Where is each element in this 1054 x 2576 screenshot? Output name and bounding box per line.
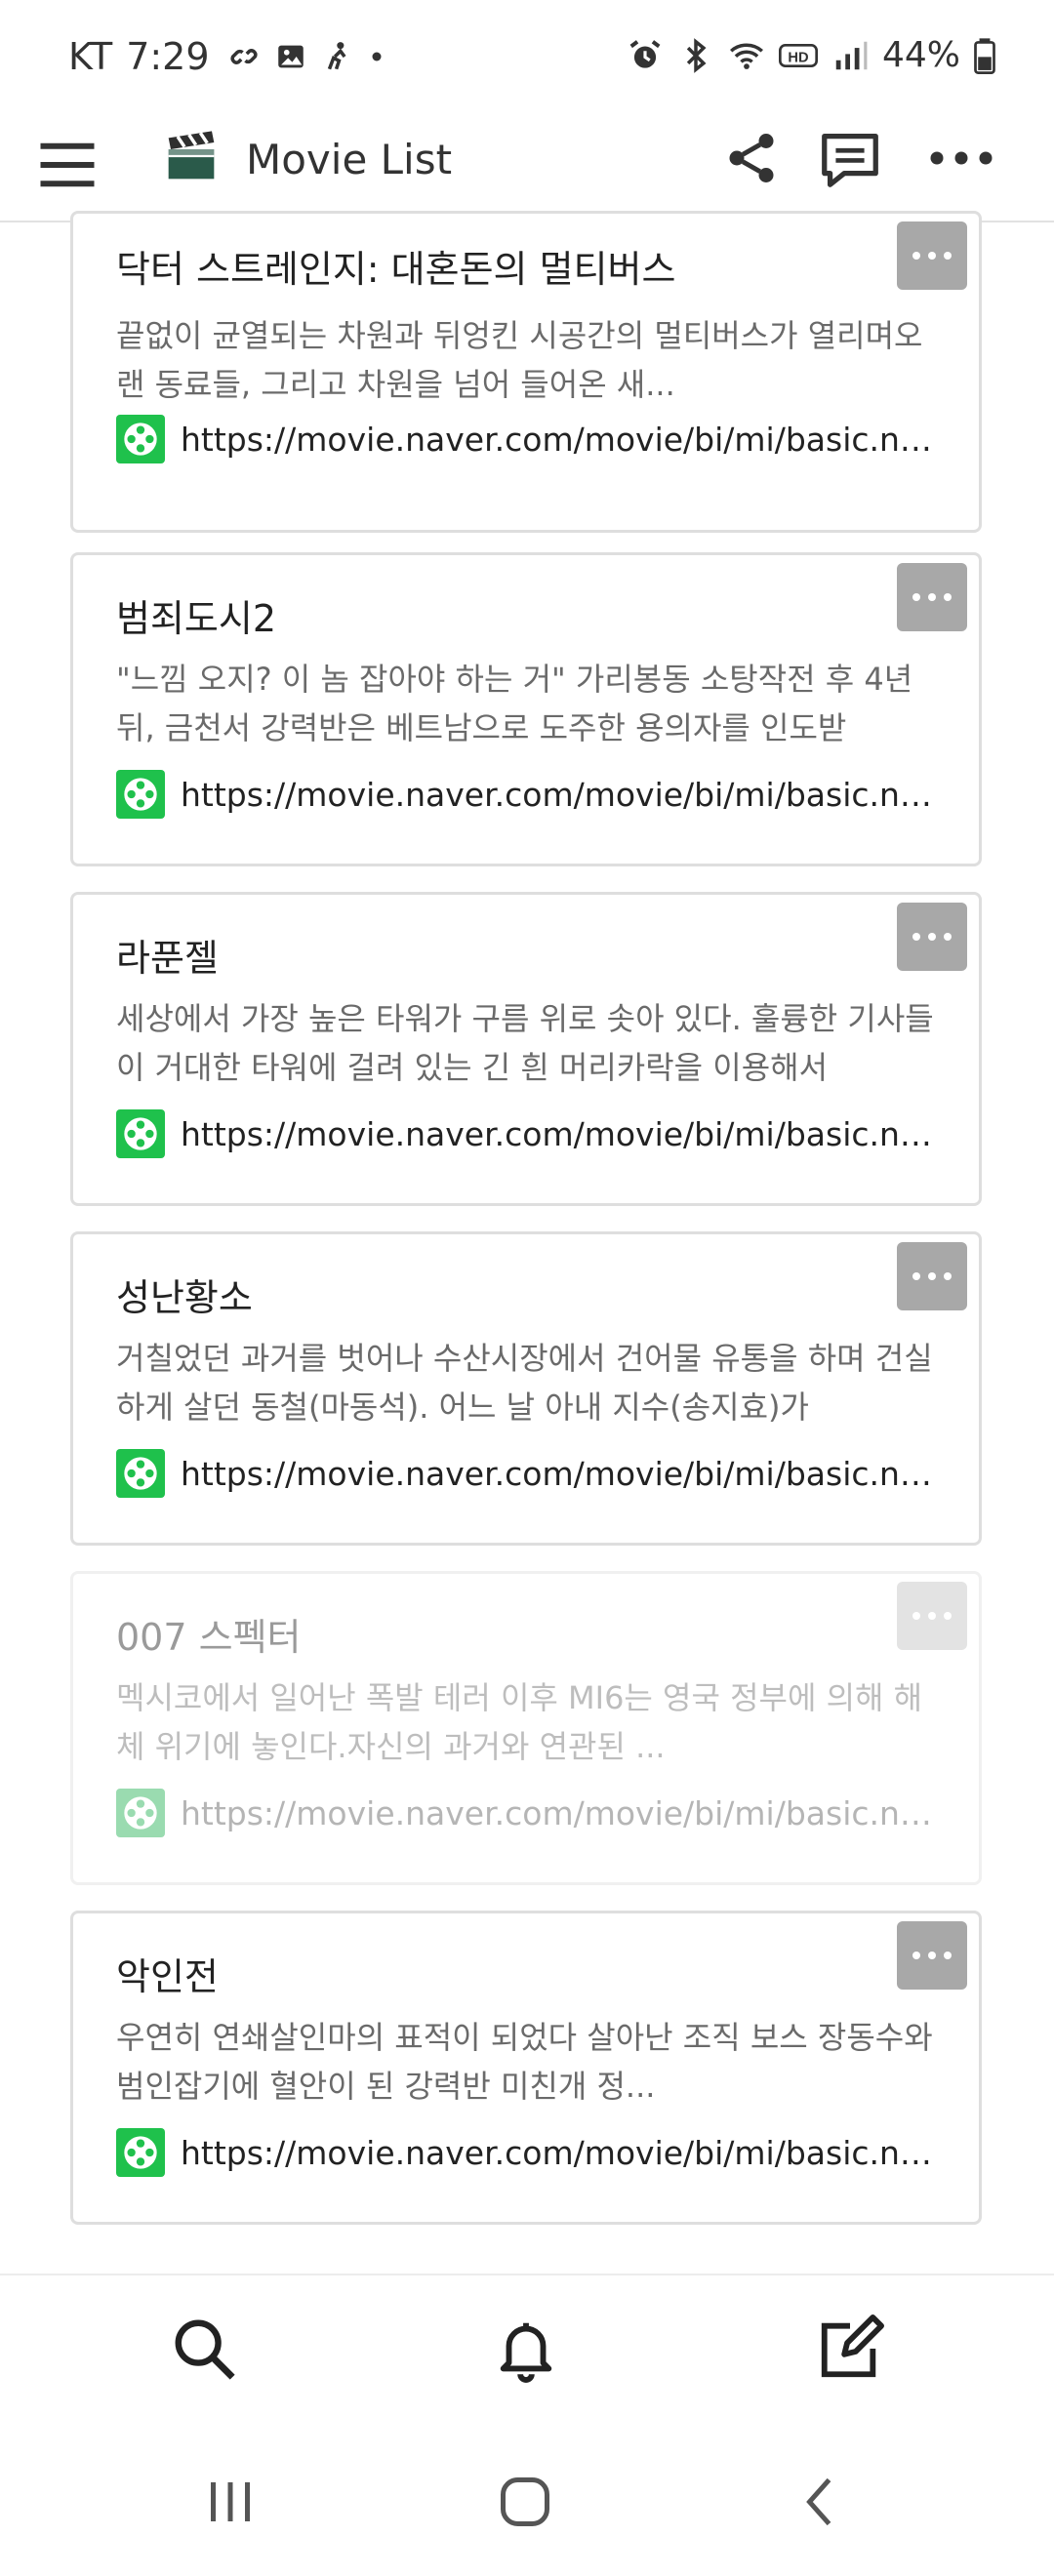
list-item[interactable]: 007 스펙터 멕시코에서 일어난 폭발 테러 이후 MI6는 영국 정부에 의… (70, 1571, 982, 1885)
top-app-bar: Movie List (0, 115, 1054, 222)
movie-title: 악인전 (116, 1955, 219, 1998)
movie-link[interactable]: https://movie.naver.com/movie/bi/mi/basi… (181, 1794, 936, 1832)
movie-link[interactable]: https://movie.naver.com/movie/bi/mi/basi… (181, 2134, 936, 2172)
film-reel-icon (116, 1449, 165, 1498)
home-icon[interactable] (496, 2473, 554, 2531)
bottom-toolbar (0, 2274, 1054, 2422)
list-item[interactable]: 닥터 스트레인지: 대혼돈의 멀티버스 끝없이 균열되는 차원과 뒤엉킨 시공간… (70, 211, 982, 533)
movie-link[interactable]: https://movie.naver.com/movie/bi/mi/basi… (181, 776, 936, 814)
movie-title: 범죄도시2 (116, 597, 277, 640)
card-more-button[interactable] (897, 1242, 967, 1310)
clapperboard-icon (168, 131, 215, 180)
dot-icon (372, 52, 382, 61)
wifi-icon (729, 43, 763, 69)
link-row[interactable]: https://movie.naver.com/movie/bi/mi/basi… (116, 770, 936, 819)
list-item[interactable]: 범죄도시2 "느낌 오지? 이 놈 잡아야 하는 거" 가리봉동 소탕작전 후 … (70, 552, 982, 866)
image-icon (277, 45, 304, 68)
svg-text:HD: HD (788, 50, 808, 65)
card-more-button[interactable] (897, 563, 967, 631)
movie-description: 멕시코에서 일어난 폭발 테러 이후 MI6는 영국 정부에 의해 해체 위기에… (116, 1679, 923, 1765)
film-reel-icon (116, 2128, 165, 2177)
card-more-button[interactable] (897, 221, 967, 290)
link-row[interactable]: https://movie.naver.com/movie/bi/mi/basi… (116, 1449, 936, 1498)
accessibility-icon (327, 42, 346, 70)
search-icon[interactable] (170, 2314, 238, 2383)
movie-link[interactable]: https://movie.naver.com/movie/bi/mi/basi… (181, 421, 936, 459)
list-item[interactable]: 악인전 우연히 연쇄살인마의 표적이 되었다 살아난 조직 보스 장동수와 범인… (70, 1911, 982, 2225)
system-nav-bar (0, 2420, 1054, 2576)
clock: 7:29 (126, 35, 210, 78)
movie-title: 성난황소 (116, 1276, 253, 1319)
movie-description: "느낌 오지? 이 놈 잡아야 하는 거" 가리봉동 소탕작전 후 4년 뒤, … (116, 661, 913, 746)
page-title: Movie List (246, 136, 453, 183)
hd-icon: HD (778, 43, 818, 67)
status-bar: KT 7:29 HD 44% (0, 0, 1054, 115)
bell-icon[interactable] (492, 2314, 560, 2383)
back-icon[interactable] (792, 2473, 851, 2531)
movie-link[interactable]: https://movie.naver.com/movie/bi/mi/basi… (181, 1115, 936, 1153)
status-left: KT 7:29 (68, 35, 385, 78)
more-options-icon[interactable] (927, 129, 995, 187)
movie-title: 라푼젤 (116, 937, 219, 980)
card-more-button[interactable] (897, 903, 967, 971)
status-right: HD 44% (627, 35, 995, 75)
movie-description: 세상에서 가장 높은 타워가 구름 위로 솟아 있다. 훌륭한 기사들이 거대한… (116, 1000, 934, 1086)
signal-icon (835, 41, 868, 69)
hamburger-menu-icon[interactable] (35, 133, 100, 197)
movie-title: 닥터 스트레인지: 대혼돈의 멀티버스 (116, 248, 676, 291)
movie-description: 거칠었던 과거를 벗어나 수산시장에서 건어물 유통을 하며 건실하게 살던 동… (116, 1340, 933, 1426)
card-more-button[interactable] (897, 1582, 967, 1650)
carrier-label: KT (68, 35, 113, 78)
film-reel-icon (116, 1109, 165, 1158)
link-row[interactable]: https://movie.naver.com/movie/bi/mi/basi… (116, 2128, 936, 2177)
link-row[interactable]: https://movie.naver.com/movie/bi/mi/basi… (116, 415, 936, 463)
link-icon (230, 49, 258, 64)
battery-percent: 44% (881, 35, 960, 75)
share-icon[interactable] (722, 129, 781, 187)
link-row[interactable]: https://movie.naver.com/movie/bi/mi/basi… (116, 1109, 936, 1158)
film-reel-icon (116, 415, 165, 463)
bluetooth-icon (686, 37, 707, 73)
card-more-button[interactable] (897, 1921, 967, 1990)
recent-apps-icon[interactable] (201, 2473, 260, 2531)
list-item[interactable]: 라푼젤 세상에서 가장 높은 타워가 구름 위로 솟아 있다. 훌륭한 기사들이… (70, 892, 982, 1206)
list-item[interactable]: 성난황소 거칠었던 과거를 벗어나 수산시장에서 건어물 유통을 하며 건실하게… (70, 1231, 982, 1546)
edit-icon[interactable] (816, 2314, 884, 2383)
link-row[interactable]: https://movie.naver.com/movie/bi/mi/basi… (116, 1789, 936, 1837)
movie-description: 우연히 연쇄살인마의 표적이 되었다 살아난 조직 보스 장동수와 범인잡기에 … (116, 2019, 933, 2105)
battery-icon (974, 37, 995, 74)
film-reel-icon (116, 1789, 165, 1837)
movie-link[interactable]: https://movie.naver.com/movie/bi/mi/basi… (181, 1455, 936, 1493)
alarm-icon (629, 39, 661, 68)
comment-icon[interactable] (816, 125, 884, 193)
film-reel-icon (116, 770, 165, 819)
movie-description: 끝없이 균열되는 차원과 뒤엉킨 시공간의 멀티버스가 열리며오랜 동료들, 그… (116, 317, 923, 403)
movie-title: 007 스펙터 (116, 1616, 302, 1659)
